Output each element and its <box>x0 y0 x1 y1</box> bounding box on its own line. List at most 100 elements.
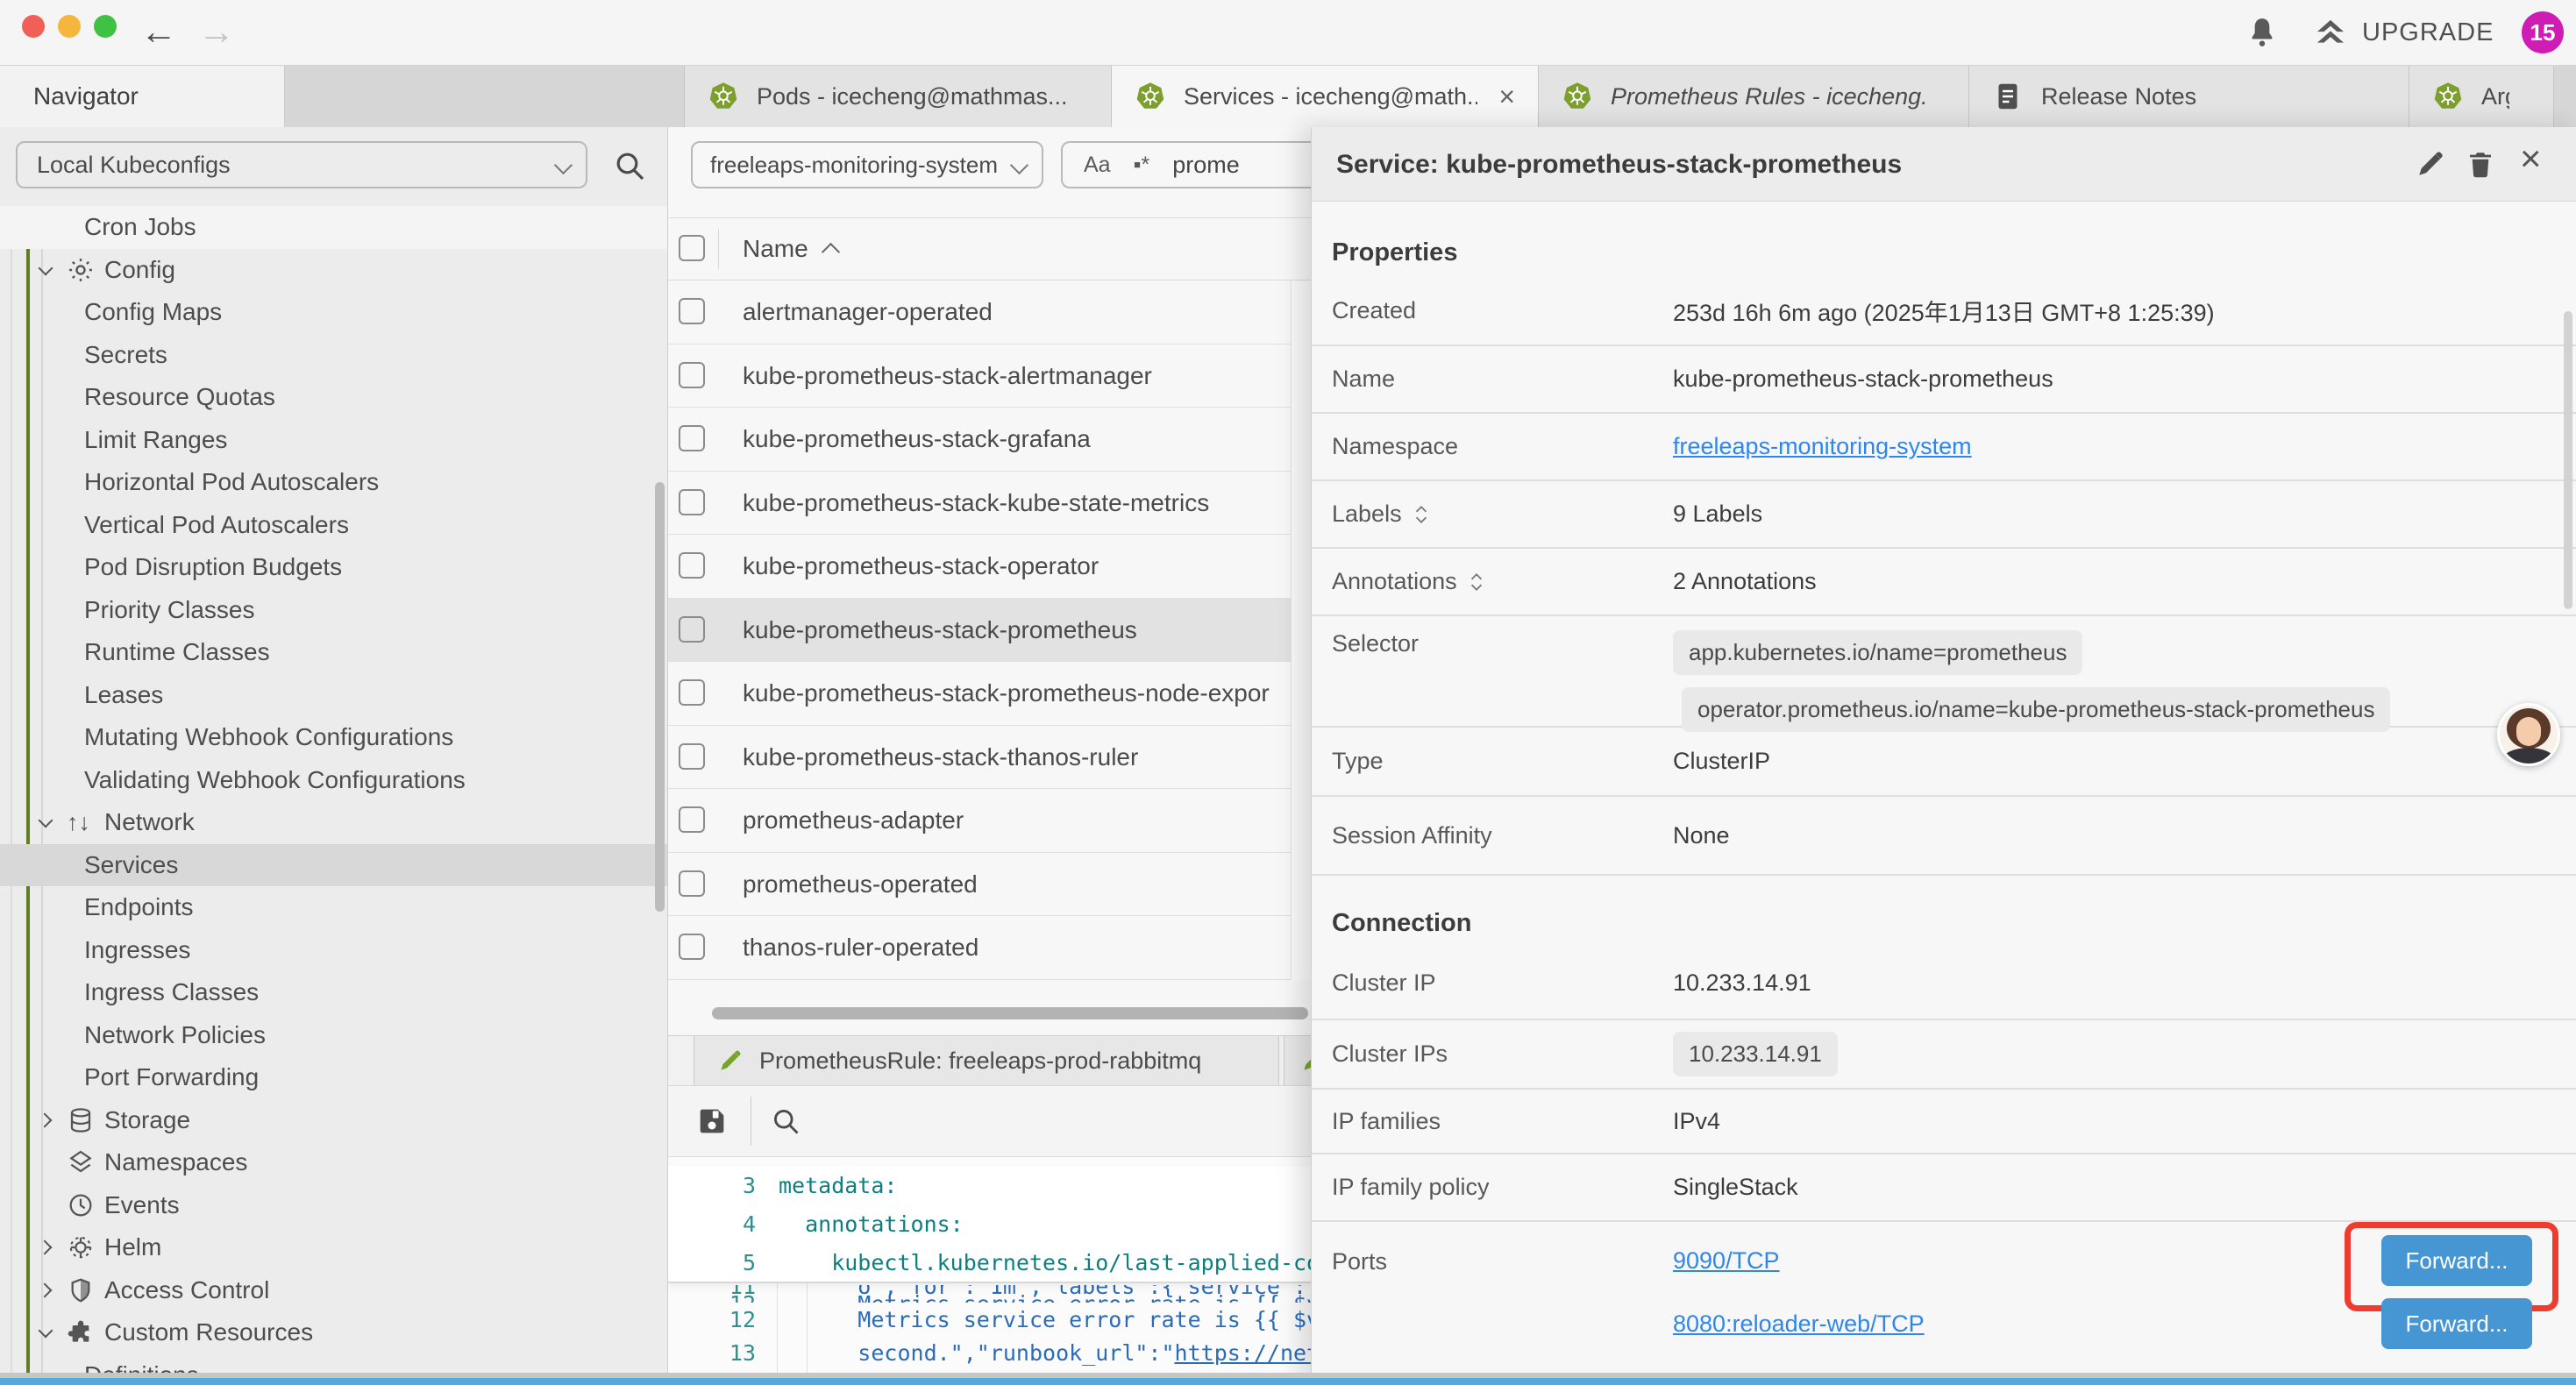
close-window-button[interactable] <box>22 15 45 38</box>
name-column-header[interactable]: Name <box>743 218 837 279</box>
namespace-filter-select[interactable]: freeleaps-monitoring-system <box>691 141 1043 188</box>
row-checkbox[interactable] <box>679 743 705 770</box>
row-checkbox[interactable] <box>679 870 705 897</box>
close-panel-icon[interactable]: × <box>2520 143 2542 174</box>
port-link[interactable]: 9090/TCP <box>1673 1247 1780 1275</box>
minimize-window-button[interactable] <box>58 15 81 38</box>
table-row[interactable]: kube-prometheus-stack-alertmanager <box>668 344 1311 408</box>
sidebar-search-icon[interactable] <box>612 148 647 183</box>
sidebar-item[interactable]: Ingress Classes <box>0 971 667 1014</box>
expand-chevron-icon[interactable] <box>39 433 53 447</box>
sidebar-item[interactable]: Network Policies <box>0 1014 667 1057</box>
expand-chevron-icon[interactable] <box>39 1198 53 1212</box>
sidebar-item[interactable]: Endpoints <box>0 886 667 929</box>
expand-chevron-icon[interactable] <box>39 1070 53 1084</box>
sidebar-item[interactable]: Cron Jobs <box>0 206 667 249</box>
save-icon[interactable] <box>694 1104 729 1139</box>
line-link[interactable]: https://net <box>1175 1340 1311 1366</box>
sidebar-item[interactable]: Namespaces <box>0 1141 667 1184</box>
expand-chevron-icon[interactable] <box>39 1028 53 1042</box>
row-checkbox[interactable] <box>679 362 705 388</box>
expand-chevron-icon[interactable] <box>39 1113 53 1127</box>
expand-chevron-icon[interactable] <box>39 1283 53 1297</box>
port-link[interactable]: 8080:reloader-web/TCP <box>1673 1310 1925 1338</box>
table-row[interactable]: kube-prometheus-stack-grafana <box>668 408 1311 472</box>
editor-search-icon[interactable] <box>770 1105 801 1137</box>
row-checkbox[interactable] <box>679 679 705 706</box>
expand-collapse-icon[interactable] <box>1468 572 1485 593</box>
detail-scrollbar[interactable] <box>2564 311 2572 609</box>
kubeconfig-selector[interactable]: Local Kubeconfigs <box>16 141 587 188</box>
list-search-input[interactable]: Aa ▪* prome <box>1061 141 1311 188</box>
expand-chevron-icon[interactable] <box>39 985 53 999</box>
table-row[interactable]: prometheus-operated <box>668 853 1311 917</box>
upgrade-icon[interactable] <box>2313 15 2348 50</box>
row-checkbox[interactable] <box>679 489 705 515</box>
expand-chevron-icon[interactable] <box>39 688 53 702</box>
expand-chevron-icon[interactable] <box>39 220 53 234</box>
table-row[interactable]: thanos-ruler-operated <box>668 916 1311 980</box>
sidebar-item[interactable]: Resource Quotas <box>0 376 667 419</box>
table-row[interactable]: kube-prometheus-stack-thanos-ruler <box>668 726 1311 790</box>
sidebar-item[interactable]: Config <box>0 249 667 292</box>
forward-button[interactable]: Forward... <box>2381 1235 2532 1286</box>
sidebar-item[interactable]: Config Maps <box>0 291 667 334</box>
row-checkbox[interactable] <box>679 298 705 324</box>
sidebar-item[interactable]: ↑↓ Network <box>0 801 667 844</box>
expand-chevron-icon[interactable] <box>39 773 53 787</box>
annotations-label[interactable]: Annotations <box>1312 568 1673 595</box>
expand-chevron-icon[interactable] <box>39 603 53 617</box>
table-row[interactable]: alertmanager-operated <box>668 281 1311 344</box>
expand-chevron-icon[interactable] <box>39 943 53 957</box>
editor-tab-prometheusrule[interactable]: PrometheusRule: freeleaps-prod-rabbitmq <box>694 1036 1279 1085</box>
sidebar-item[interactable]: Storage <box>0 1099 667 1142</box>
expand-collapse-icon[interactable] <box>1413 504 1430 525</box>
sidebar-item[interactable]: Runtime Classes <box>0 631 667 674</box>
sidebar-item[interactable]: Ingresses <box>0 929 667 972</box>
sidebar-item[interactable]: Limit Ranges <box>0 419 667 462</box>
select-all-checkbox[interactable] <box>679 235 705 261</box>
sidebar-scrollbar[interactable] <box>655 482 665 912</box>
table-row[interactable]: kube-prometheus-stack-kube-state-metrics <box>668 472 1311 536</box>
expand-chevron-icon[interactable] <box>39 858 53 872</box>
regex-icon[interactable]: ▪* <box>1134 153 1150 178</box>
cluster-tab[interactable]: Prometheus Rules - icecheng... <box>1539 66 1969 127</box>
cluster-tab[interactable]: Services - icecheng@math... × <box>1112 66 1539 127</box>
expand-chevron-icon[interactable] <box>39 475 53 489</box>
forward-button[interactable]: Forward... <box>2381 1298 2532 1349</box>
expand-chevron-icon[interactable] <box>39 645 53 659</box>
sidebar-item[interactable]: Helm <box>0 1226 667 1269</box>
notification-count-badge[interactable]: 15 <box>2522 11 2564 53</box>
editor-tab-partial[interactable] <box>1284 1036 1311 1085</box>
expand-chevron-icon[interactable] <box>39 1240 53 1254</box>
expand-chevron-icon[interactable] <box>39 263 53 277</box>
sidebar-item[interactable]: Validating Webhook Configurations <box>0 759 667 802</box>
cluster-tab[interactable]: Pods - icecheng@mathmas... <box>684 66 1112 127</box>
sidebar-item[interactable]: Mutating Webhook Configurations <box>0 716 667 759</box>
sidebar-item[interactable]: Leases <box>0 674 667 717</box>
sidebar-item[interactable]: Pod Disruption Budgets <box>0 546 667 589</box>
cluster-tab[interactable]: Argo Se <box>2409 66 2554 127</box>
edit-icon[interactable] <box>2415 148 2446 180</box>
tab-navigator[interactable]: Navigator <box>0 66 285 127</box>
expand-chevron-icon[interactable] <box>39 900 53 914</box>
expand-chevron-icon[interactable] <box>39 815 53 829</box>
upgrade-button[interactable]: UPGRADE <box>2362 18 2494 47</box>
notifications-bell-icon[interactable] <box>2245 15 2280 50</box>
close-tab-icon[interactable]: × <box>1498 81 1515 113</box>
expand-chevron-icon[interactable] <box>39 518 53 532</box>
sidebar-item[interactable]: Vertical Pod Autoscalers <box>0 504 667 547</box>
list-vertical-scrollbar[interactable] <box>1291 281 1311 980</box>
row-checkbox[interactable] <box>679 806 705 833</box>
namespace-link[interactable]: freeleaps-monitoring-system <box>1673 433 1972 460</box>
yaml-editor[interactable]: 11 o","for":"1m","labels":{"service":"12… <box>668 1157 1311 1385</box>
row-checkbox[interactable] <box>679 616 705 643</box>
table-row[interactable]: prometheus-adapter <box>668 789 1311 853</box>
sidebar-item[interactable]: Secrets <box>0 334 667 377</box>
table-row[interactable]: kube-prometheus-stack-operator <box>668 535 1311 599</box>
row-checkbox[interactable] <box>679 552 705 579</box>
sidebar-item[interactable]: Port Forwarding <box>0 1056 667 1099</box>
expand-chevron-icon[interactable] <box>39 348 53 362</box>
expand-chevron-icon[interactable] <box>39 1155 53 1169</box>
sidebar-item[interactable]: Events <box>0 1184 667 1227</box>
